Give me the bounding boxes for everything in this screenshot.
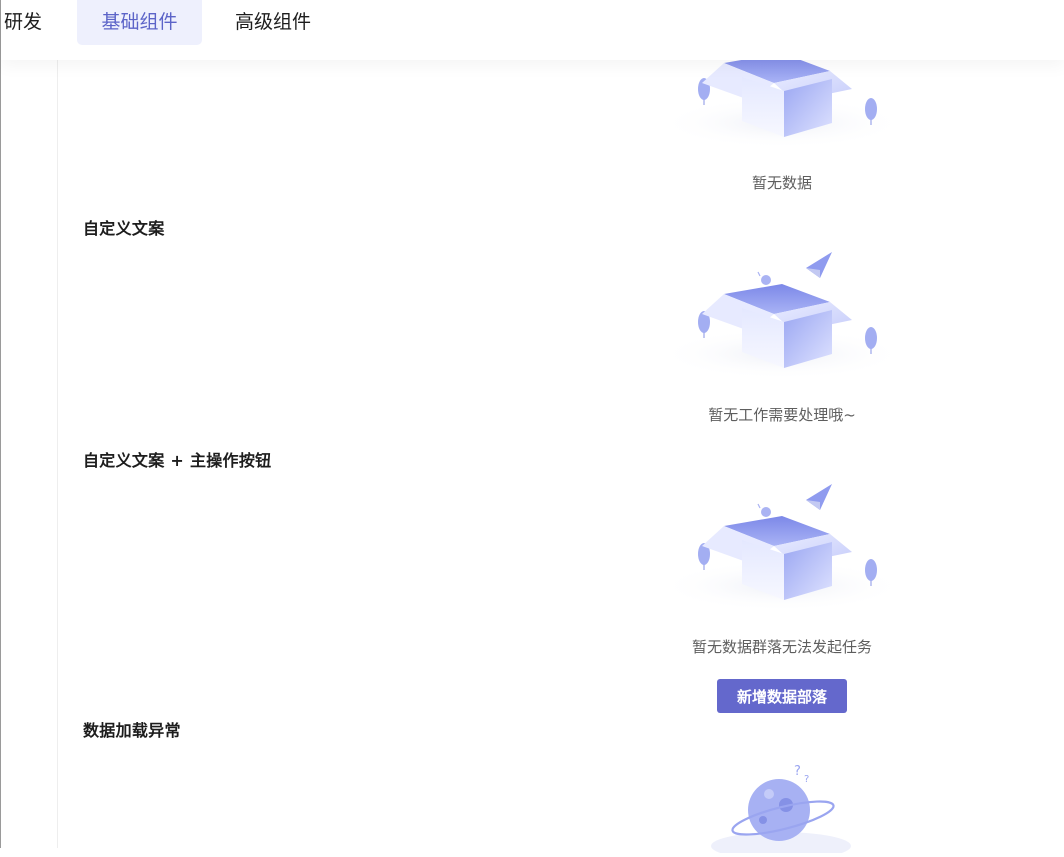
top-nav: 研发 基础组件 高级组件 — [1, 0, 1064, 60]
snail-icon — [757, 503, 771, 517]
empty-box-icon — [657, 53, 907, 145]
tab-basic-components[interactable]: 基础组件 — [77, 0, 202, 45]
empty-state-custom-text-action — [652, 480, 912, 630]
empty-box-icon — [657, 252, 907, 378]
paper-plane-icon — [806, 252, 832, 278]
app-frame: 研发 基础组件 高级组件 暂无数据 自定义文案 暂无工作需要处理哦~ 自定义文案… — [0, 0, 1064, 857]
load-error-illustration: ? ? — [701, 758, 861, 857]
sidebar-divider — [57, 60, 58, 848]
empty-description-default: 暂无数据 — [751, 174, 812, 192]
section-title-load-error: 数据加载异常 — [83, 721, 181, 740]
add-data-tribe-button[interactable]: 新增数据部落 — [717, 679, 847, 713]
question-mark-icon: ? — [794, 764, 801, 779]
section-title-custom-text: 自定义文案 — [83, 219, 165, 238]
tab-research[interactable]: 研发 — [4, 0, 54, 45]
empty-box-icon — [657, 484, 907, 610]
empty-description-custom-text: 暂无工作需要处理哦~ — [708, 406, 856, 424]
section-title-custom-text-action: 自定义文案 + 主操作按钮 — [83, 451, 272, 470]
snail-icon — [757, 271, 771, 285]
planet-icon: ? ? — [711, 764, 851, 857]
paper-plane-icon — [806, 484, 832, 510]
empty-description-custom-text-action: 暂无数据群落无法发起任务 — [691, 638, 872, 656]
svg-text:?: ? — [804, 774, 809, 785]
tab-advanced-components[interactable]: 高级组件 — [235, 0, 325, 45]
empty-state-custom-text — [652, 248, 912, 398]
